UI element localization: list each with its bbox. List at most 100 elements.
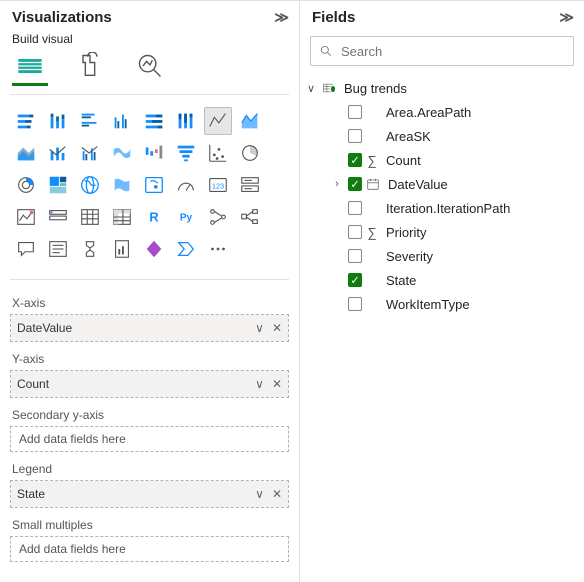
build-visual-label: Build visual <box>0 30 299 52</box>
chevron-right-icon[interactable]: › <box>330 178 344 190</box>
hundred-stacked-bar-icon[interactable] <box>140 107 168 135</box>
sigma-icon: ∑ <box>366 153 378 168</box>
paginated-report-icon[interactable] <box>108 235 136 263</box>
decomposition-tree-icon[interactable] <box>236 203 264 231</box>
smart-narrative-icon[interactable] <box>44 235 72 263</box>
field-label: DateValue <box>384 177 448 192</box>
map-icon[interactable] <box>76 171 104 199</box>
field-checkbox[interactable]: ✓ <box>348 153 362 167</box>
active-indicator-icon <box>330 85 336 93</box>
field-count[interactable]: ✓ ∑ Count <box>304 148 578 172</box>
line-stacked-column-icon[interactable] <box>44 139 72 167</box>
kpi-icon[interactable] <box>12 203 40 231</box>
svg-text:Py: Py <box>180 213 193 224</box>
field-checkbox[interactable]: ✓ <box>348 177 362 191</box>
matrix-icon[interactable] <box>108 203 136 231</box>
table-bug-trends[interactable]: ∨ Bug trends <box>304 76 578 100</box>
tab-format[interactable] <box>76 52 104 80</box>
field-label: Severity <box>382 249 433 264</box>
azure-map-icon[interactable] <box>140 171 168 199</box>
secy-well[interactable]: Add data fields here <box>10 426 289 452</box>
field-checkbox[interactable] <box>348 129 362 143</box>
small-well[interactable]: Add data fields here <box>10 536 289 562</box>
qna-icon[interactable] <box>12 235 40 263</box>
line-clustered-column-icon[interactable] <box>76 139 104 167</box>
field-severity[interactable]: Severity <box>304 244 578 268</box>
field-checkbox[interactable] <box>348 105 362 119</box>
small-label: Small multiples <box>10 508 289 536</box>
chevron-down-icon[interactable]: ∨ <box>255 487 264 501</box>
line-chart-icon[interactable] <box>204 107 232 135</box>
legend-chip[interactable]: State ∨✕ <box>11 481 288 507</box>
field-checkbox[interactable] <box>348 201 362 215</box>
xaxis-well[interactable]: DateValue ∨✕ <box>10 314 289 342</box>
stacked-area-icon[interactable] <box>12 139 40 167</box>
funnel-icon[interactable] <box>172 139 200 167</box>
field-label: AreaSK <box>382 129 431 144</box>
stacked-bar-icon[interactable] <box>12 107 40 135</box>
card-icon[interactable]: 123 <box>204 171 232 199</box>
svg-text:123: 123 <box>212 182 224 191</box>
yaxis-chip[interactable]: Count ∨✕ <box>11 371 288 397</box>
power-apps-icon[interactable] <box>140 235 168 263</box>
field-checkbox[interactable] <box>348 225 362 239</box>
chevron-down-icon[interactable]: ∨ <box>255 321 264 335</box>
clustered-bar-icon[interactable] <box>76 107 104 135</box>
field-checkbox[interactable]: ✓ <box>348 273 362 287</box>
xaxis-chip[interactable]: DateValue ∨✕ <box>11 315 288 341</box>
power-automate-icon[interactable] <box>172 235 200 263</box>
waterfall-icon[interactable] <box>140 139 168 167</box>
field-label: WorkItemType <box>382 297 470 312</box>
search-input[interactable] <box>310 36 574 66</box>
table-icon[interactable] <box>76 203 104 231</box>
key-influencers-icon[interactable] <box>204 203 232 231</box>
field-state[interactable]: ✓State <box>304 268 578 292</box>
collapse-fields-icon[interactable]: ≫ <box>559 9 574 26</box>
donut-icon[interactable] <box>12 171 40 199</box>
pie-icon[interactable] <box>236 139 264 167</box>
scatter-icon[interactable] <box>204 139 232 167</box>
field-area-areapath[interactable]: Area.AreaPath <box>304 100 578 124</box>
tab-analytics[interactable] <box>136 52 164 80</box>
tab-build[interactable] <box>16 52 44 80</box>
legend-label: Legend <box>10 452 289 480</box>
field-checkbox[interactable] <box>348 297 362 311</box>
remove-icon[interactable]: ✕ <box>272 321 282 335</box>
field-checkbox[interactable] <box>348 249 362 263</box>
sigma-icon: ∑ <box>366 225 378 240</box>
r-visual-icon[interactable]: R <box>140 203 168 231</box>
field-datevalue[interactable]: › ✓ DateValue <box>304 172 578 196</box>
more-visuals-icon[interactable] <box>204 235 232 263</box>
field-priority[interactable]: ∑Priority <box>304 220 578 244</box>
field-iteration-iterationpath[interactable]: Iteration.IterationPath <box>304 196 578 220</box>
collapse-viz-icon[interactable]: ≫ <box>274 9 289 26</box>
ribbon-chart-icon[interactable] <box>108 139 136 167</box>
chevron-down-icon[interactable]: ∨ <box>255 377 264 391</box>
viz-title: Visualizations <box>12 9 112 26</box>
field-label: Count <box>382 153 421 168</box>
remove-icon[interactable]: ✕ <box>272 377 282 391</box>
remove-icon[interactable]: ✕ <box>272 487 282 501</box>
py-visual-icon[interactable]: Py <box>172 203 200 231</box>
filled-map-icon[interactable] <box>108 171 136 199</box>
clustered-column-icon[interactable] <box>108 107 136 135</box>
goals-icon[interactable] <box>76 235 104 263</box>
treemap-icon[interactable] <box>44 171 72 199</box>
visual-gallery: 123 R Py <box>0 101 299 273</box>
legend-well[interactable]: State ∨✕ <box>10 480 289 508</box>
hundred-stacked-column-icon[interactable] <box>172 107 200 135</box>
field-areask[interactable]: AreaSK <box>304 124 578 148</box>
field-label: Iteration.IterationPath <box>382 201 510 216</box>
xaxis-label: X-axis <box>10 286 289 314</box>
slicer-icon[interactable] <box>44 203 72 231</box>
field-workitemtype[interactable]: WorkItemType <box>304 292 578 316</box>
fields-tree: ∨ Bug trends Area.AreaPath AreaSK ✓ ∑ Count ›… <box>300 72 584 320</box>
area-chart-icon[interactable] <box>236 107 264 135</box>
gauge-icon[interactable] <box>172 171 200 199</box>
visualizations-panel: Visualizations ≫ Build visual <box>0 0 300 582</box>
multi-row-card-icon[interactable] <box>236 171 264 199</box>
stacked-column-icon[interactable] <box>44 107 72 135</box>
chevron-down-icon[interactable]: ∨ <box>304 82 318 95</box>
yaxis-well[interactable]: Count ∨✕ <box>10 370 289 398</box>
yaxis-label: Y-axis <box>10 342 289 370</box>
